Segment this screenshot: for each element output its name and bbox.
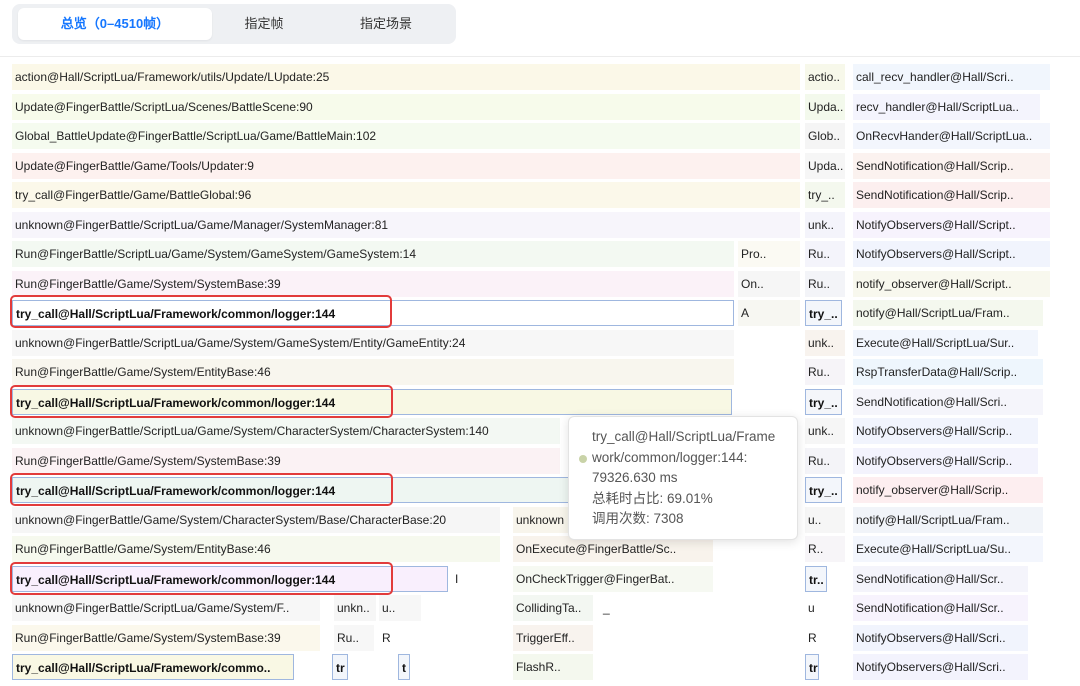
flame-frame[interactable]: Upda.. xyxy=(805,152,845,179)
flame-frame[interactable]: Ru.. xyxy=(805,270,845,297)
flame-frame[interactable]: u.. xyxy=(379,595,421,621)
flame-frame[interactable]: tr xyxy=(332,654,348,680)
flame-frame[interactable]: tr xyxy=(805,654,819,680)
flame-frame[interactable]: try_.. xyxy=(805,182,845,208)
tooltip-function-name-1: try_call@Hall/ScriptLua/Frame xyxy=(592,429,776,444)
flame-frame[interactable]: try_.. xyxy=(805,388,842,415)
flame-frame[interactable]: unknown@FingerBattle/ScriptLua/Game/Mana… xyxy=(12,211,800,238)
flame-frame[interactable]: Glob.. xyxy=(805,123,845,149)
flame-frame[interactable]: try_call@Hall/ScriptLua/Framework/commo.… xyxy=(12,654,294,680)
flame-frame[interactable]: R xyxy=(805,624,825,651)
red-highlight-box xyxy=(10,473,393,506)
flame-frame[interactable]: recv_handler@Hall/ScriptLua.. xyxy=(853,93,1040,120)
flame-frame[interactable]: Upda.. xyxy=(805,93,845,120)
flame-frame[interactable]: Ru.. xyxy=(805,447,845,474)
tooltip-call-count: 调用次数: 7308 xyxy=(592,511,684,526)
flame-frame[interactable]: Run@FingerBattle/Game/System/SystemBase:… xyxy=(12,447,560,474)
flame-frame[interactable]: SendNotification@Hall/Scri.. xyxy=(853,388,1043,415)
flame-frame[interactable]: Update@FingerBattle/ScriptLua/Scenes/Bat… xyxy=(12,93,800,120)
flame-frame[interactable]: CollidingTa.. xyxy=(513,595,593,621)
flame-frame[interactable]: try_call@FingerBattle/Game/BattleGlobal:… xyxy=(12,182,800,208)
flame-frame[interactable]: Pro.. xyxy=(738,241,800,267)
flame-frame[interactable]: u xyxy=(805,595,825,621)
flame-frame[interactable]: SendNotification@Hall/Scr.. xyxy=(853,595,1028,621)
flame-frame[interactable]: OnRecvHander@Hall/ScriptLua.. xyxy=(853,123,1050,149)
red-highlight-box xyxy=(10,385,393,418)
flame-frame[interactable]: NotifyObservers@Hall/Scrip.. xyxy=(853,447,1038,474)
flame-frame[interactable]: A xyxy=(738,300,800,326)
flame-frame[interactable]: Run@FingerBattle/Game/System/SystemBase:… xyxy=(12,624,320,651)
flame-frame[interactable]: u.. xyxy=(805,506,845,533)
flame-frame[interactable]: FlashR.. xyxy=(513,654,593,680)
flame-frame[interactable]: Ru.. xyxy=(805,241,845,267)
flame-frame[interactable]: NotifyObservers@Hall/Scri.. xyxy=(853,624,1028,651)
flame-frame[interactable]: unknown@FingerBattle/ScriptLua/Game/Syst… xyxy=(12,595,320,621)
flame-frame[interactable]: NotifyObservers@Hall/Script.. xyxy=(853,241,1050,267)
flame-frame[interactable]: Ru.. xyxy=(805,359,845,385)
flame-frame[interactable]: unknown@FingerBattle/ScriptLua/Game/Syst… xyxy=(12,329,734,356)
flame-frame[interactable]: _ xyxy=(600,595,624,621)
tooltip-duration: 79326.630 ms xyxy=(592,470,678,485)
flame-frame[interactable]: R.. xyxy=(805,536,845,562)
flame-frame[interactable]: unkn.. xyxy=(334,595,376,621)
flame-frame[interactable]: On.. xyxy=(738,270,800,297)
tab-overview[interactable]: 总览（0–4510帧） xyxy=(18,8,212,40)
tooltip-percent: 总耗时占比: 69.01% xyxy=(592,490,713,506)
flame-frame[interactable]: notify@Hall/ScriptLua/Fram.. xyxy=(853,300,1043,326)
red-highlight-box xyxy=(10,562,393,595)
flame-frame[interactable]: Global_BattleUpdate@FingerBattle/ScriptL… xyxy=(12,123,800,149)
flame-frame[interactable]: Execute@Hall/ScriptLua/Sur.. xyxy=(853,329,1038,356)
flame-frame[interactable]: notify@Hall/ScriptLua/Fram.. xyxy=(853,506,1043,533)
flame-frame[interactable]: try_.. xyxy=(805,300,842,326)
flame-frame[interactable]: TriggerEff.. xyxy=(513,624,593,651)
flame-frame[interactable]: unknown@FingerBattle/ScriptLua/Game/Syst… xyxy=(12,418,560,444)
flame-frame[interactable]: I xyxy=(452,565,466,592)
flame-frame[interactable]: unknown xyxy=(513,506,569,533)
flame-frame[interactable]: Ru.. xyxy=(334,624,374,651)
view-tabs: 总览（0–4510帧） 指定帧 指定场景 xyxy=(12,4,456,44)
flame-frame[interactable]: Run@FingerBattle/Game/System/EntityBase:… xyxy=(12,359,734,385)
flame-frame[interactable]: OnCheckTrigger@FingerBat.. xyxy=(513,565,713,592)
flame-frame[interactable]: unk.. xyxy=(805,211,845,238)
flame-frame[interactable]: SendNotification@Hall/Scrip.. xyxy=(853,152,1050,179)
red-highlight-box xyxy=(10,295,392,328)
tooltip-function-name-2: work/common/logger:144: xyxy=(592,449,748,465)
flame-frame[interactable]: Execute@Hall/ScriptLua/Su.. xyxy=(853,536,1043,562)
flame-frame[interactable]: call_recv_handler@Hall/Scri.. xyxy=(853,64,1050,90)
frame-tooltip: try_call@Hall/ScriptLua/Frame work/commo… xyxy=(568,416,798,540)
flame-frame[interactable]: Update@FingerBattle/Game/Tools/Updater:9 xyxy=(12,152,800,179)
tab-specific-frame[interactable]: 指定帧 xyxy=(212,8,316,40)
flame-frame[interactable]: notify_observer@Hall/Scrip.. xyxy=(853,477,1043,503)
flame-frame[interactable]: t xyxy=(398,654,410,680)
flame-frame[interactable]: Run@FingerBattle/Game/System/SystemBase:… xyxy=(12,270,734,297)
flame-frame[interactable]: NotifyObservers@Hall/Script.. xyxy=(853,211,1050,238)
tooltip-color-dot xyxy=(579,455,587,463)
flame-frame[interactable]: NotifyObservers@Hall/Scrip.. xyxy=(853,418,1038,444)
flame-frame[interactable]: unk.. xyxy=(805,329,845,356)
flame-frame[interactable]: notify_observer@Hall/Script.. xyxy=(853,270,1050,297)
flame-frame[interactable]: actio.. xyxy=(805,64,845,90)
flame-frame[interactable]: R xyxy=(379,624,399,651)
tab-specific-scene[interactable]: 指定场景 xyxy=(324,8,448,40)
flame-frame[interactable]: RspTransferData@Hall/Scrip.. xyxy=(853,359,1043,385)
header-divider xyxy=(0,56,1080,57)
flame-frame[interactable]: SendNotification@Hall/Scrip.. xyxy=(853,182,1050,208)
flame-frame[interactable]: tr.. xyxy=(805,565,827,592)
flame-frame[interactable]: Run@FingerBattle/ScriptLua/Game/System/G… xyxy=(12,241,734,267)
flame-frame[interactable]: unk.. xyxy=(805,418,845,444)
flame-frame[interactable]: SendNotification@Hall/Scr.. xyxy=(853,565,1028,592)
flame-frame[interactable]: NotifyObservers@Hall/Scri.. xyxy=(853,654,1028,680)
flame-frame[interactable]: try_.. xyxy=(805,477,842,503)
flame-frame[interactable]: unknown@FingerBattle/Game/System/Charact… xyxy=(12,506,500,533)
flame-frame[interactable]: action@Hall/ScriptLua/Framework/utils/Up… xyxy=(12,64,800,90)
flame-frame[interactable]: Run@FingerBattle/Game/System/EntityBase:… xyxy=(12,536,500,562)
